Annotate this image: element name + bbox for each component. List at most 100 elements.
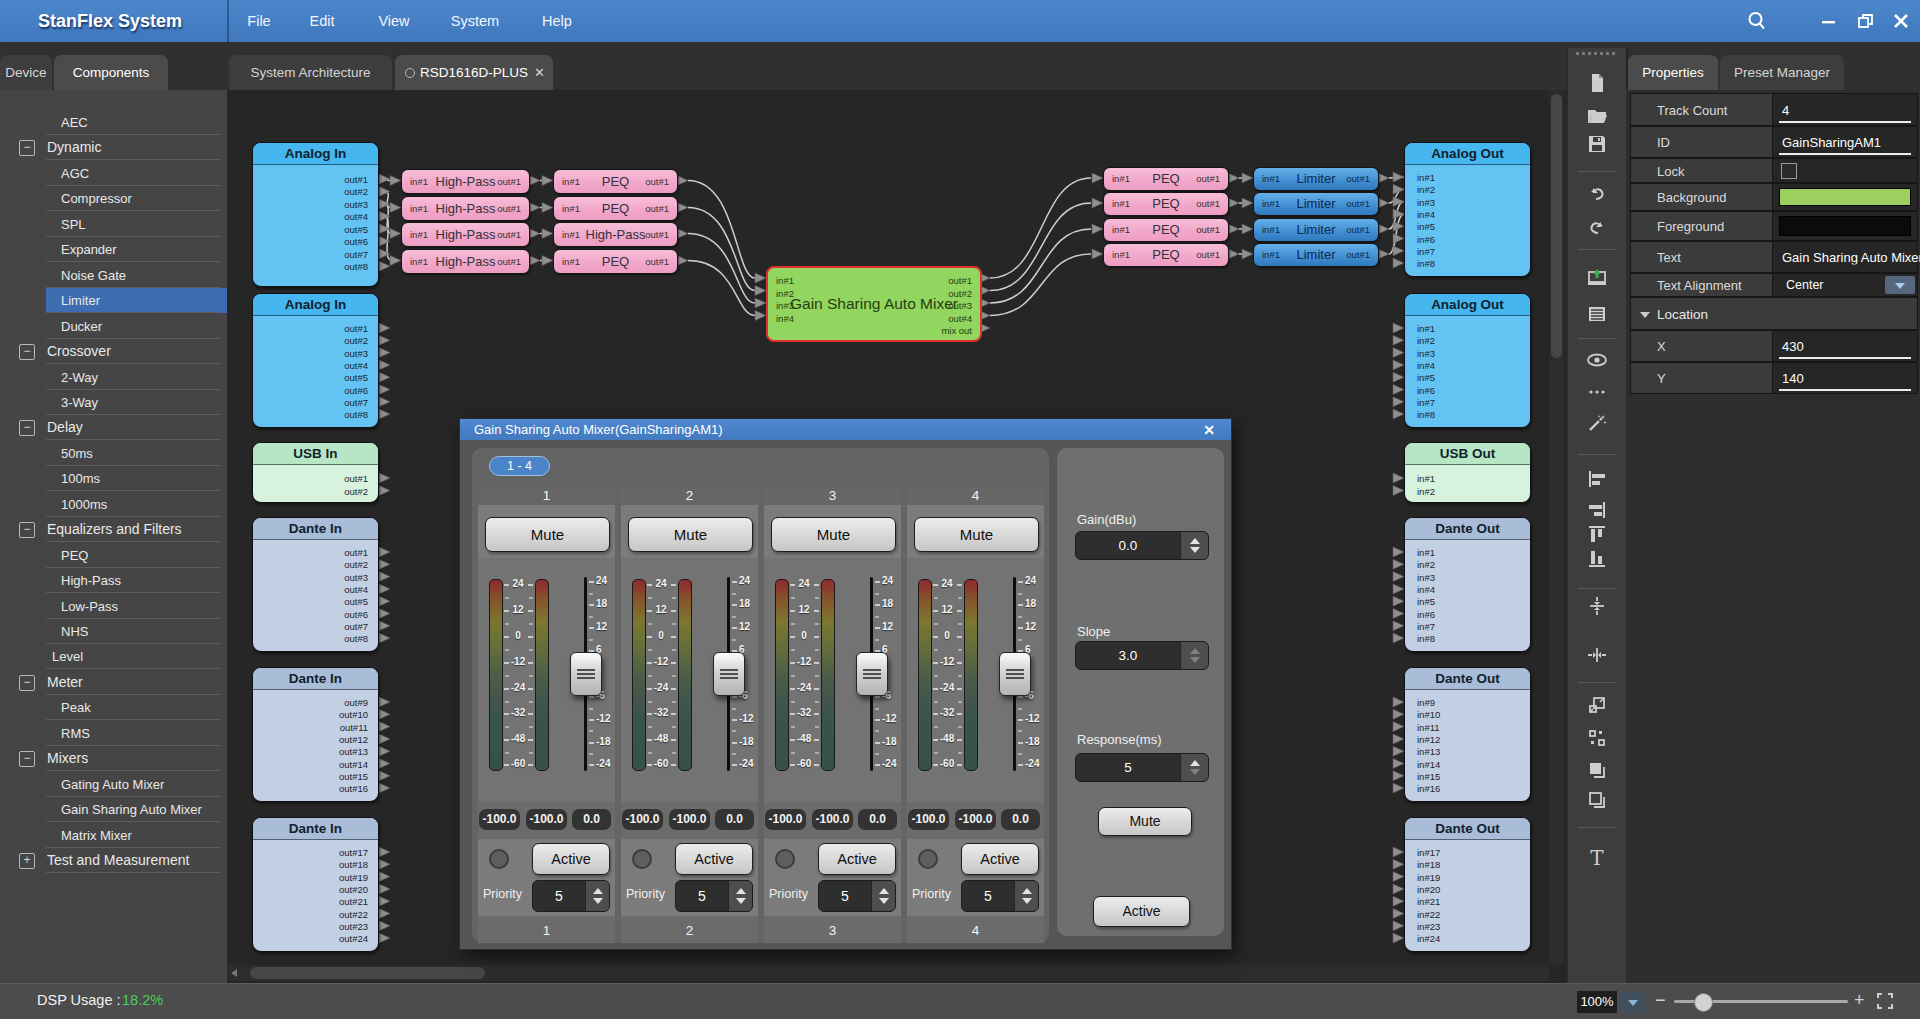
new-document-icon[interactable] xyxy=(1586,72,1608,94)
canvas-vscrollbar[interactable] xyxy=(1549,90,1564,965)
tab-components[interactable]: Components xyxy=(54,55,168,90)
tree-item-2-way[interactable]: 2-Way xyxy=(0,365,227,390)
tree-item-compressor[interactable]: Compressor xyxy=(0,186,227,211)
align-top-icon[interactable] xyxy=(1586,523,1608,545)
list-view-icon[interactable] xyxy=(1586,303,1608,325)
tree-item-expander[interactable]: Expander xyxy=(0,237,227,262)
lock-checkbox[interactable] xyxy=(1781,163,1797,179)
resize-larger-icon[interactable] xyxy=(1586,694,1608,716)
distribute-horizontal-icon[interactable] xyxy=(1586,644,1608,666)
collapse-icon[interactable]: − xyxy=(19,344,35,360)
tree-item-50ms[interactable]: 50ms xyxy=(0,441,227,466)
channel-mute-button[interactable]: Mute xyxy=(771,517,896,552)
tab-device[interactable]: Device xyxy=(0,55,52,90)
eye-icon[interactable] xyxy=(1586,349,1608,371)
fader-knob[interactable] xyxy=(570,652,602,696)
channel-active-button[interactable]: Active xyxy=(675,843,753,875)
channel-active-button[interactable]: Active xyxy=(818,843,896,875)
menu-edit[interactable]: Edit xyxy=(310,0,335,42)
channel-indicator[interactable] xyxy=(489,849,509,869)
menu-system[interactable]: System xyxy=(451,0,499,42)
fader-knob[interactable] xyxy=(713,652,745,696)
tree-item-limiter[interactable]: Limiter xyxy=(0,288,227,313)
priority-spinner[interactable]: 5 xyxy=(818,880,896,912)
ellipsis-icon[interactable] xyxy=(1586,381,1608,403)
overlap-outline-icon[interactable] xyxy=(1586,789,1608,811)
collapse-icon[interactable]: − xyxy=(19,675,35,691)
undo-icon[interactable] xyxy=(1586,184,1608,206)
fader-knob[interactable] xyxy=(999,652,1031,696)
align-left-icon[interactable] xyxy=(1586,468,1608,490)
text-icon[interactable]: T xyxy=(1586,847,1608,869)
tree-item-100ms[interactable]: 100ms xyxy=(0,466,227,491)
channel-active-button[interactable]: Active xyxy=(532,843,610,875)
tree-item-high-pass[interactable]: High-Pass xyxy=(0,568,227,593)
tab-system-architecture[interactable]: System Architecture xyxy=(229,55,392,90)
vscroll-thumb[interactable] xyxy=(1551,94,1562,358)
save-icon[interactable] xyxy=(1586,133,1608,155)
tree-item-mixers[interactable]: −Mixers xyxy=(0,746,227,771)
tree-item-low-pass[interactable]: Low-Pass xyxy=(0,594,227,619)
menu-file[interactable]: File xyxy=(247,0,270,42)
tree-item-test-and-measurement[interactable]: +Test and Measurement xyxy=(0,848,227,873)
zoom-in-icon[interactable]: + xyxy=(1854,990,1865,1011)
zoom-slider-thumb[interactable] xyxy=(1694,993,1713,1012)
tree-item-meter[interactable]: −Meter xyxy=(0,670,227,695)
tree-item-gating-auto-mixer[interactable]: Gating Auto Mixer xyxy=(0,772,227,797)
channel-mute-button[interactable]: Mute xyxy=(485,517,610,552)
color-swatch[interactable] xyxy=(1779,216,1911,236)
align-right-icon[interactable] xyxy=(1586,499,1608,521)
tree-item-1000ms[interactable]: 1000ms xyxy=(0,492,227,517)
channel-indicator[interactable] xyxy=(775,849,795,869)
collapse-icon[interactable]: − xyxy=(19,751,35,767)
tab-preset-manager[interactable]: Preset Manager xyxy=(1720,55,1844,90)
restore-button[interactable] xyxy=(1855,10,1877,32)
search-icon[interactable] xyxy=(1746,10,1768,32)
align-bottom-icon[interactable] xyxy=(1586,548,1608,570)
tab-properties[interactable]: Properties xyxy=(1628,55,1718,90)
tree-item-delay[interactable]: −Delay xyxy=(0,415,227,440)
channel-mute-button[interactable]: Mute xyxy=(914,517,1039,552)
tree-item-peq[interactable]: PEQ xyxy=(0,543,227,568)
channel-indicator[interactable] xyxy=(632,849,652,869)
overlap-filled-icon[interactable] xyxy=(1586,759,1608,781)
tree-item-crossover[interactable]: −Crossover xyxy=(0,339,227,364)
channel-indicator[interactable] xyxy=(918,849,938,869)
tree-item-equalizers-and-filters[interactable]: −Equalizers and Filters xyxy=(0,517,227,542)
redo-icon[interactable] xyxy=(1586,218,1608,240)
fit-view-icon[interactable] xyxy=(1876,992,1894,1010)
tree-item-spl[interactable]: SPL xyxy=(0,212,227,237)
tree-item-gain-sharing-auto-mixer[interactable]: Gain Sharing Auto Mixer xyxy=(0,797,227,822)
tab-close-icon[interactable]: ✕ xyxy=(534,55,545,90)
zoom-dropdown-button[interactable] xyxy=(1620,991,1646,1013)
hscroll-left-arrow[interactable] xyxy=(231,969,237,977)
upload-device-icon[interactable] xyxy=(1586,267,1608,289)
priority-spinner[interactable]: 5 xyxy=(675,880,753,912)
collapse-icon[interactable]: − xyxy=(19,522,35,538)
resize-smaller-icon[interactable] xyxy=(1586,727,1608,749)
tree-item-matrix-mixer[interactable]: Matrix Mixer xyxy=(0,823,227,848)
tree-item-nhs[interactable]: NHS xyxy=(0,619,227,644)
priority-spinner[interactable]: 5 xyxy=(532,880,610,912)
tree-item-level[interactable]: Level xyxy=(0,644,227,669)
channel-active-button[interactable]: Active xyxy=(961,843,1039,875)
fader-knob[interactable] xyxy=(856,652,888,696)
channel-mute-button[interactable]: Mute xyxy=(628,517,753,552)
toolstrip-handle[interactable] xyxy=(1576,52,1618,55)
tree-item-rms[interactable]: RMS xyxy=(0,721,227,746)
expand-icon[interactable]: + xyxy=(19,853,35,869)
tree-item-aec[interactable]: AEC xyxy=(0,110,227,135)
priority-spinner[interactable]: 5 xyxy=(961,880,1039,912)
color-swatch[interactable] xyxy=(1779,188,1911,206)
distribute-vertical-icon[interactable] xyxy=(1586,595,1608,617)
magic-wand-icon[interactable] xyxy=(1586,412,1608,434)
hscroll-thumb[interactable] xyxy=(250,967,485,979)
tree-item-3-way[interactable]: 3-Way xyxy=(0,390,227,415)
collapse-icon[interactable]: − xyxy=(19,420,35,436)
tree-item-ducker[interactable]: Ducker xyxy=(0,314,227,339)
dropdown-button[interactable] xyxy=(1885,276,1915,294)
tree-item-agc[interactable]: AGC xyxy=(0,161,227,186)
zoom-out-icon[interactable]: − xyxy=(1655,990,1666,1011)
collapse-icon[interactable]: − xyxy=(19,140,35,156)
zoom-level-box[interactable]: 100% xyxy=(1577,991,1617,1013)
